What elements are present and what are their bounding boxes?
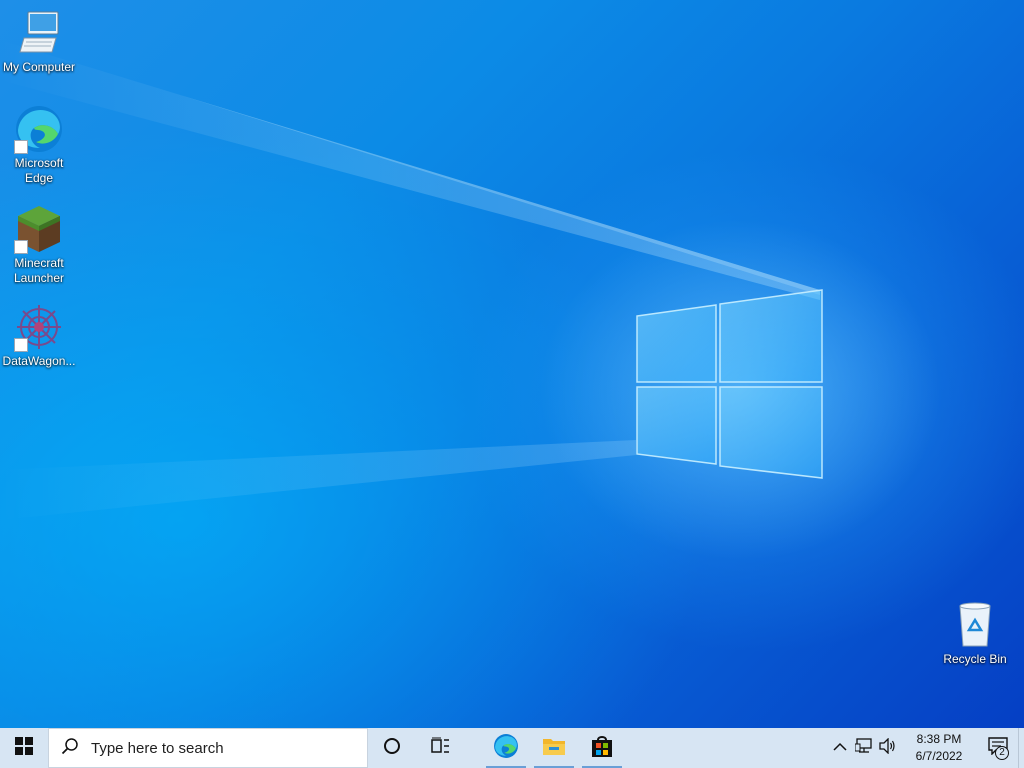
network-icon xyxy=(854,737,873,759)
cortana-circle-icon xyxy=(383,737,401,760)
action-center-button[interactable]: 2 xyxy=(978,728,1018,768)
windows-logo-icon xyxy=(15,736,33,760)
desktop-icon-label: Microsoft Edge xyxy=(14,156,64,185)
start-button[interactable] xyxy=(0,728,48,768)
desktop-wallpaper xyxy=(0,0,1024,728)
task-view-icon xyxy=(430,737,450,760)
computer-icon xyxy=(14,8,64,58)
desktop-icon-label: Minecraft Launcher xyxy=(13,256,65,285)
search-icon xyxy=(61,737,79,760)
recycle-bin-icon xyxy=(950,600,1000,650)
taskbar-search-box[interactable]: Type here to search xyxy=(48,728,368,768)
folder-icon xyxy=(542,735,566,762)
desktop-icon-label: DataWagon... xyxy=(2,354,76,368)
chevron-up-icon xyxy=(833,739,847,757)
desktop-icon-label: Recycle Bin xyxy=(943,652,1007,666)
taskbar-app-file-explorer[interactable] xyxy=(530,728,578,768)
clock-time: 8:38 PM xyxy=(916,732,962,746)
datawagon-icon xyxy=(14,302,64,352)
desktop-icon-my-computer[interactable]: My Computer xyxy=(0,8,78,75)
shortcut-arrow-icon xyxy=(14,240,28,254)
desktop-icon-minecraft-launcher[interactable]: Minecraft Launcher xyxy=(0,204,78,286)
system-tray: 8:38 PM 6/7/2022 2 xyxy=(828,728,1024,768)
taskbar-clock[interactable]: 8:38 PM 6/7/2022 xyxy=(900,731,978,765)
show-desktop-button[interactable] xyxy=(1018,728,1024,768)
desktop-icon-label: My Computer xyxy=(2,60,76,74)
volume-button[interactable] xyxy=(876,728,900,768)
edge-icon xyxy=(493,733,519,764)
clock-date: 6/7/2022 xyxy=(915,749,963,763)
desktop-icon-recycle-bin[interactable]: Recycle Bin xyxy=(936,600,1014,667)
taskbar-app-store[interactable] xyxy=(578,728,626,768)
network-button[interactable] xyxy=(852,728,876,768)
edge-icon xyxy=(14,104,64,154)
search-placeholder: Type here to search xyxy=(91,739,224,757)
taskbar-app-edge[interactable] xyxy=(482,728,530,768)
shortcut-arrow-icon xyxy=(14,140,28,154)
cortana-button[interactable] xyxy=(368,728,416,768)
minecraft-icon xyxy=(14,204,64,254)
task-view-button[interactable] xyxy=(416,728,464,768)
shortcut-arrow-icon xyxy=(14,338,28,352)
store-icon xyxy=(590,734,614,763)
desktop-icon-datawagon[interactable]: DataWagon... xyxy=(0,302,78,369)
notification-count-badge: 2 xyxy=(995,746,1009,760)
taskbar: Type here to search 8:38 PM 6/7/2022 2 xyxy=(0,728,1024,768)
volume-icon xyxy=(879,736,897,759)
desktop-icon-microsoft-edge[interactable]: Microsoft Edge xyxy=(0,104,78,186)
show-hidden-icons-button[interactable] xyxy=(828,728,852,768)
